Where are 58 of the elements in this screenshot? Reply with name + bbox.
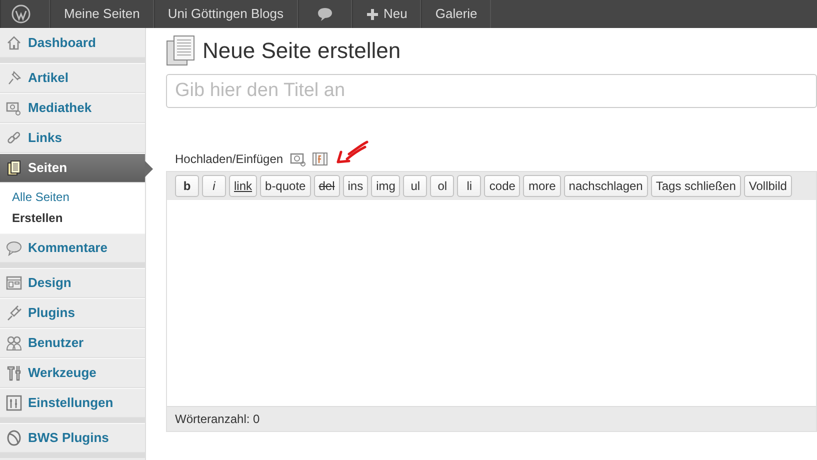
format-button[interactable]: b-quote [260, 174, 311, 197]
logo-icon [11, 4, 31, 24]
format-button[interactable]: li [457, 174, 482, 197]
title-input[interactable]: Gib hier den Titel an [166, 74, 817, 108]
plug-icon [6, 305, 22, 321]
menu-link[interactable]: Uni Göttingen Blogs [154, 0, 298, 28]
annotation-arrow-drawing [334, 140, 369, 166]
menu-link[interactable]: Meine Seiten [50, 0, 154, 28]
new-button[interactable]: Neu [352, 0, 422, 28]
menu-item[interactable]: Plugins [0, 298, 145, 328]
speech-bubble-icon [316, 7, 333, 21]
delete-button[interactable]: del [314, 174, 340, 197]
menu-item[interactable]: Dashboard [0, 28, 145, 58]
word-count: Wörteranzahl: 0 [167, 406, 816, 431]
menu-item[interactable]: Kommentare [0, 233, 145, 263]
pushpin-icon [6, 70, 22, 86]
people-icon [6, 335, 22, 351]
bold-button[interactable]: b [175, 174, 199, 197]
format-button[interactable]: nachschlagen [564, 174, 648, 197]
italic-button[interactable]: i [202, 174, 226, 197]
page-title: Neue Seite erstellen [202, 37, 401, 65]
menu-item[interactable]: Mediathek [0, 93, 145, 123]
format-button[interactable]: ins [342, 174, 368, 197]
film-icon [312, 152, 328, 166]
comments-button[interactable] [298, 0, 352, 28]
submenu-link[interactable]: Erstellen [12, 208, 145, 229]
submenu-link[interactable]: Alle Seiten [12, 187, 145, 208]
layout-icon [6, 275, 22, 291]
camera-icon [290, 150, 306, 166]
sliders-icon [6, 395, 22, 411]
menu-item[interactable]: BWS Plugins [0, 423, 145, 453]
speech-bubble-icon [6, 240, 22, 256]
menu-item[interactable]: Werkzeuge [0, 358, 145, 388]
media-button[interactable] [312, 152, 328, 166]
swirl-icon [6, 430, 22, 446]
menu-item[interactable]: Artikel [0, 63, 145, 93]
upload-label: Hochladen/Einfügen [175, 150, 284, 168]
logo-button[interactable] [0, 0, 50, 28]
format-button[interactable]: code [484, 174, 520, 197]
pages-icon [166, 34, 196, 66]
house-icon [6, 35, 22, 51]
media-button[interactable] [290, 150, 306, 166]
format-button[interactable]: more [523, 174, 561, 197]
chain-link-icon [6, 130, 22, 146]
format-button[interactable]: Tags schließen [650, 174, 741, 197]
link-button[interactable]: link [229, 174, 258, 197]
format-button[interactable]: Vollbild [744, 174, 792, 197]
menu-item[interactable]: Benutzer [0, 328, 145, 358]
menu-link[interactable]: Galerie [421, 0, 492, 28]
media-icon [6, 100, 22, 116]
pages-icon [6, 160, 22, 176]
menu-item[interactable]: Einstellungen [0, 388, 145, 418]
tools-icon [6, 365, 22, 381]
format-button[interactable]: img [371, 174, 400, 197]
menu-item[interactable]: Design [0, 268, 145, 298]
format-button[interactable]: ol [430, 174, 454, 197]
plus-icon [366, 8, 378, 20]
format-button[interactable]: ul [403, 174, 428, 197]
